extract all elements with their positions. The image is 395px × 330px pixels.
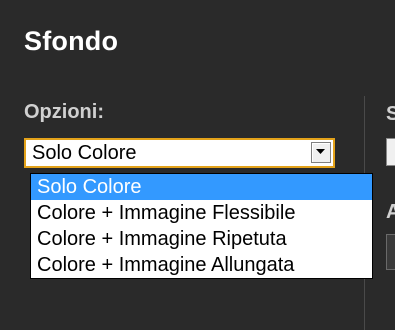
options-select[interactable]: Solo Colore bbox=[24, 138, 335, 168]
options-select-value: Solo Colore bbox=[32, 142, 137, 164]
options-dropdown-list: Solo Colore Colore + Immagine Flessibile… bbox=[30, 173, 373, 279]
dropdown-option-colore-immagine-ripetuta[interactable]: Colore + Immagine Ripetuta bbox=[31, 226, 372, 252]
chevron-down-icon bbox=[316, 149, 325, 154]
right-column-label-bottom: A bbox=[386, 201, 395, 223]
dropdown-arrow-button[interactable] bbox=[311, 142, 331, 163]
dropdown-option-colore-immagine-flessibile[interactable]: Colore + Immagine Flessibile bbox=[31, 200, 372, 226]
right-column-field-edge[interactable] bbox=[386, 234, 395, 270]
right-column-select-edge[interactable] bbox=[386, 138, 395, 166]
dropdown-option-colore-immagine-allungata[interactable]: Colore + Immagine Allungata bbox=[31, 252, 372, 278]
right-column-label-top: S bbox=[386, 103, 395, 125]
options-label: Opzioni: bbox=[24, 101, 104, 123]
dropdown-option-solo-colore[interactable]: Solo Colore bbox=[31, 174, 372, 200]
panel-title: Sfondo bbox=[24, 26, 119, 56]
